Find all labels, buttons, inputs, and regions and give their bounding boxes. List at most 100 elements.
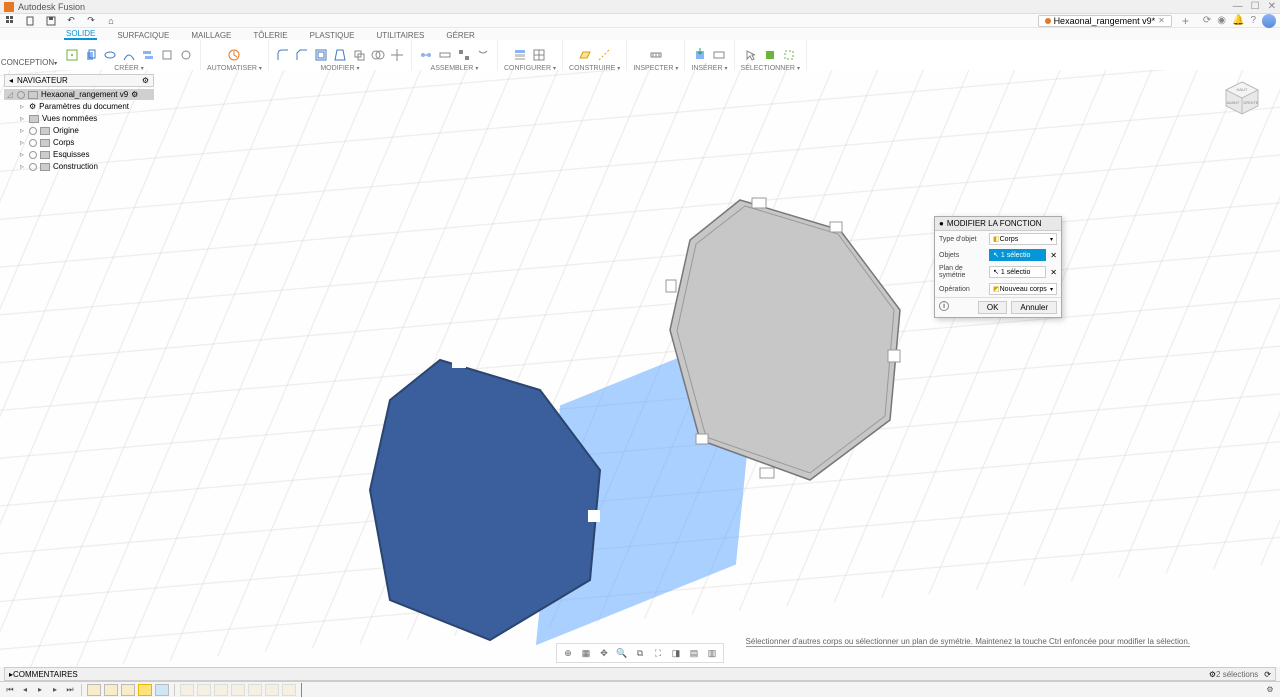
timeline-next-icon[interactable]: ▸ (49, 684, 61, 696)
visibility-icon[interactable] (17, 91, 25, 99)
axis-icon[interactable] (596, 47, 612, 63)
maximize-icon[interactable]: ☐ (1251, 1, 1260, 12)
file-menu-icon[interactable] (24, 15, 38, 27)
pan-icon[interactable]: ✥ (597, 646, 611, 660)
viewport-layout-icon[interactable]: ▥ (705, 646, 719, 660)
apps-grid-icon[interactable] (4, 15, 18, 27)
tab-utilitaires[interactable]: UTILITAIRES (375, 31, 427, 40)
save-icon[interactable] (44, 15, 58, 27)
scale-icon[interactable] (351, 47, 367, 63)
fillet-icon[interactable] (275, 47, 291, 63)
nav-item-sketches[interactable]: ▹ Esquisses (4, 149, 154, 160)
minimize-icon[interactable]: — (1233, 1, 1243, 12)
orbit-icon[interactable]: ⊕ (561, 646, 575, 660)
notifications-icon[interactable]: 🔔 (1232, 15, 1244, 26)
clear-selection-icon[interactable]: ✕ (1050, 268, 1057, 277)
view-cube[interactable]: HAUT AVANT DROITE (1222, 78, 1262, 118)
timeline-end-icon[interactable]: ⏭ (64, 684, 76, 696)
twisty-icon[interactable]: ▹ (18, 150, 26, 159)
sweep-icon[interactable] (121, 47, 137, 63)
timeline-settings-icon[interactable]: ⚙ (1264, 684, 1276, 696)
tab-surfacique[interactable]: SURFACIQUE (115, 31, 171, 40)
timeline-marker[interactable] (301, 683, 302, 697)
select-by-icon[interactable] (781, 47, 797, 63)
move-icon[interactable] (389, 47, 405, 63)
revolve-icon[interactable] (102, 47, 118, 63)
comments-bar[interactable]: ▸ COMMENTAIRES ⚙ 2 sélections ⟳ (4, 667, 1276, 681)
timeline-feature[interactable] (248, 684, 262, 696)
twisty-icon[interactable]: ▹ (18, 138, 26, 147)
nav-item-bodies[interactable]: ▹ Corps (4, 137, 154, 148)
visibility-icon[interactable] (29, 163, 37, 171)
plane-icon[interactable] (577, 47, 593, 63)
insert-icon[interactable] (692, 47, 708, 63)
zoom-icon[interactable]: 🔍 (615, 646, 629, 660)
tab-maillage[interactable]: MAILLAGE (189, 31, 233, 40)
twisty-icon[interactable]: ▹ (18, 102, 26, 111)
document-tab[interactable]: Hexaonal_rangement v9* ✕ (1038, 15, 1172, 27)
timeline-feature[interactable] (104, 684, 118, 696)
twisty-icon[interactable]: ▹ (18, 126, 26, 135)
visibility-icon[interactable] (29, 151, 37, 159)
objects-selection[interactable]: ↖ 1 sélectio (989, 249, 1046, 261)
plane-selection[interactable]: ↖ 1 sélectio (989, 266, 1046, 278)
body-gray-mirrored[interactable] (660, 190, 920, 490)
cancel-button[interactable]: Annuler (1011, 301, 1057, 314)
timeline-feature[interactable] (87, 684, 101, 696)
tab-plastique[interactable]: PLASTIQUE (308, 31, 357, 40)
timeline-play-icon[interactable]: ▸ (34, 684, 46, 696)
timeline-feature[interactable] (265, 684, 279, 696)
redo-icon[interactable]: ↷ (84, 15, 98, 27)
home-icon[interactable]: ⌂ (104, 15, 118, 27)
zoom-window-icon[interactable]: ⧉ (633, 646, 647, 660)
select-filter-icon[interactable] (762, 47, 778, 63)
tab-gerer[interactable]: GÉRER (444, 31, 476, 40)
nav-item-construction[interactable]: ▹ Construction (4, 161, 154, 172)
status-refresh-icon[interactable]: ⟳ (1264, 670, 1271, 679)
draft-icon[interactable] (332, 47, 348, 63)
timeline-feature[interactable] (282, 684, 296, 696)
timeline-feature[interactable] (155, 684, 169, 696)
table-icon[interactable] (531, 47, 547, 63)
visibility-icon[interactable] (29, 139, 37, 147)
select-icon[interactable] (743, 47, 759, 63)
timeline-feature[interactable] (231, 684, 245, 696)
nav-item-origin[interactable]: ▹ Origine (4, 125, 154, 136)
timeline-feature[interactable] (197, 684, 211, 696)
nav-item-views[interactable]: ▹ Vues nommées (4, 113, 154, 124)
job-status-icon[interactable]: ◉ (1217, 15, 1226, 26)
twisty-icon[interactable]: ▹ (18, 114, 26, 123)
nav-item-params[interactable]: ▹ ⚙ Paramètres du document (4, 101, 154, 112)
decal-icon[interactable] (711, 47, 727, 63)
combine-icon[interactable] (370, 47, 386, 63)
as-built-joint-icon[interactable] (437, 47, 453, 63)
fit-icon[interactable]: ⛶ (651, 646, 665, 660)
help-icon[interactable]: ? (1250, 15, 1256, 26)
extrude-icon[interactable] (83, 47, 99, 63)
ok-button[interactable]: OK (978, 301, 1008, 314)
tab-solide[interactable]: SOLIDE (64, 29, 97, 40)
hole-icon[interactable] (178, 47, 194, 63)
navigator-collapse-icon[interactable]: ◂ (9, 76, 13, 85)
loft-icon[interactable] (140, 47, 156, 63)
timeline-feature[interactable] (180, 684, 194, 696)
chamfer-icon[interactable] (294, 47, 310, 63)
close-icon[interactable]: ✕ (1268, 1, 1276, 12)
box-icon[interactable] (159, 47, 175, 63)
measure-icon[interactable] (648, 47, 664, 63)
type-dropdown[interactable]: ◧ Corps ▾ (989, 233, 1057, 245)
nav-root[interactable]: ◿ Hexaonal_rangement v9 ⚙ (4, 89, 154, 100)
rigid-group-icon[interactable] (456, 47, 472, 63)
info-icon[interactable]: i (939, 301, 949, 311)
tab-tolerie[interactable]: TÔLERIE (251, 31, 289, 40)
timeline-feature-active[interactable] (138, 684, 152, 696)
timeline-start-icon[interactable]: ⏮ (4, 684, 16, 696)
timeline-prev-icon[interactable]: ◂ (19, 684, 31, 696)
timeline-feature[interactable] (214, 684, 228, 696)
body-blue-selected[interactable] (360, 350, 620, 650)
display-style-icon[interactable]: ◨ (669, 646, 683, 660)
joint-icon[interactable] (418, 47, 434, 63)
viewport-canvas[interactable] (0, 70, 1280, 667)
clear-selection-icon[interactable]: ✕ (1050, 251, 1057, 260)
comments-settings-icon[interactable]: ⚙ (1209, 670, 1216, 679)
